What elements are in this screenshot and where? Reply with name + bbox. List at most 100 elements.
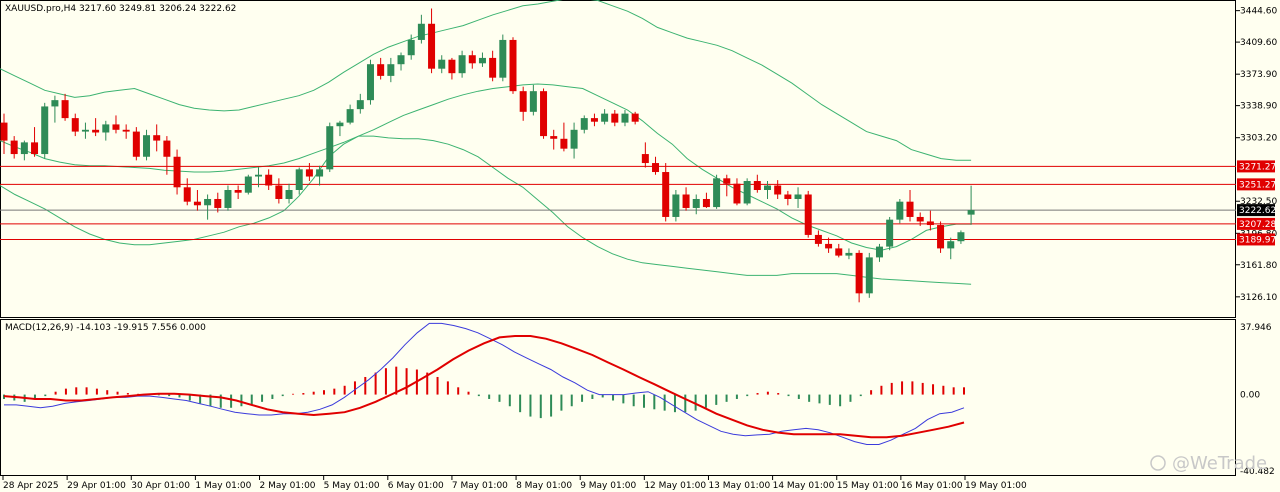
time-tick-label: 19 May 01:00 <box>965 481 1027 491</box>
candle-body <box>814 234 822 244</box>
level-price-tag-label: 3207.28 <box>1239 220 1276 230</box>
time-tick-label: 7 May 01:00 <box>452 481 508 491</box>
symbol-header: XAUUSD.pro,H4 3217.60 3249.81 3206.24 32… <box>5 4 236 14</box>
candle-body <box>295 169 303 190</box>
candle-body <box>540 91 548 137</box>
level-price-tag-label: 3251.27 <box>1239 180 1276 190</box>
candle-body <box>255 174 262 177</box>
chart-background <box>0 0 1280 492</box>
candle-body <box>407 39 415 56</box>
candle-body <box>672 194 680 217</box>
candle-body <box>519 91 527 112</box>
candle-body <box>855 252 863 294</box>
candle-body <box>265 174 273 186</box>
candle-body <box>845 252 853 256</box>
candle-body <box>896 201 904 220</box>
candle-body <box>20 142 28 155</box>
candle-body <box>937 225 945 249</box>
time-tick-label: 12 May 01:00 <box>644 481 706 491</box>
candle-body <box>163 140 171 157</box>
candle-body <box>468 55 476 64</box>
trading-chart[interactable]: XAUUSD.pro,H4 3217.60 3249.81 3206.24 32… <box>0 0 1280 492</box>
candle-body <box>947 241 955 249</box>
candle-body <box>458 55 466 74</box>
price-tick-label: 3338.90 <box>1240 102 1277 112</box>
candle-body <box>478 57 486 64</box>
time-tick-label: 29 Apr 01:00 <box>67 481 126 491</box>
candle-body <box>346 109 354 123</box>
candle-body <box>835 248 843 256</box>
candle-body <box>753 181 761 190</box>
candle-body <box>356 100 364 110</box>
candle-body <box>886 219 894 247</box>
candle-body <box>743 181 751 204</box>
price-tick-label: 3303.20 <box>1240 134 1277 144</box>
price-tick-label: 3409.60 <box>1240 38 1277 48</box>
candle-body <box>448 59 456 74</box>
candle-body <box>682 194 690 208</box>
time-tick-label: 2 May 01:00 <box>260 481 316 491</box>
candle-body <box>652 163 660 173</box>
time-tick-label: 13 May 01:00 <box>708 481 770 491</box>
candle-body <box>601 113 609 122</box>
candle-body <box>580 118 588 130</box>
watermark-text: @WeTrade <box>1172 453 1267 474</box>
candle-body <box>702 198 710 208</box>
time-tick-label: 9 May 01:00 <box>580 481 636 491</box>
current-price-tag-label: 3222.62 <box>1239 206 1276 216</box>
level-price-tag-label: 3189.97 <box>1239 235 1276 245</box>
candle-body <box>285 190 293 199</box>
candle-body <box>428 23 436 69</box>
candle-body <box>326 126 334 170</box>
time-tick-label: 16 May 01:00 <box>901 481 963 491</box>
candle-body <box>692 198 700 208</box>
candle-body <box>143 135 151 157</box>
candle-body <box>784 194 792 199</box>
time-tick-label: 5 May 01:00 <box>324 481 380 491</box>
candle-body <box>305 169 313 177</box>
candle-body <box>377 64 385 76</box>
candle-body <box>102 124 110 133</box>
candle-body <box>611 113 619 123</box>
candle-body <box>631 113 639 122</box>
candle-body <box>529 91 537 112</box>
candle-body <box>234 190 242 193</box>
candle-body <box>906 201 914 217</box>
candle-body <box>641 154 649 164</box>
candle-body <box>387 64 395 76</box>
candle-body <box>224 190 232 208</box>
candle-body <box>733 183 741 204</box>
candle-body <box>31 142 39 155</box>
candle-body <box>10 140 18 155</box>
price-tick-label: 3373.90 <box>1240 70 1277 80</box>
candle-body <box>183 187 191 202</box>
time-tick-label: 1 May 01:00 <box>195 481 251 491</box>
candle-body <box>417 23 425 40</box>
candle-body <box>153 135 161 141</box>
candle-body <box>489 57 497 78</box>
candle-body <box>71 118 79 132</box>
price-tick-label: 3444.60 <box>1240 7 1277 17</box>
candle-body <box>112 124 120 130</box>
time-tick-label: 15 May 01:00 <box>837 481 899 491</box>
candle-body <box>560 138 568 149</box>
candle-body <box>590 118 598 122</box>
price-tick-label: 3126.10 <box>1240 293 1277 303</box>
candle-body <box>122 129 130 132</box>
candle-body <box>713 178 721 208</box>
candle-body <box>774 185 782 195</box>
candle-body <box>132 131 140 157</box>
candle-body <box>621 113 629 123</box>
candle-body <box>41 106 49 155</box>
candle-body <box>173 156 181 188</box>
candle-body <box>499 39 507 78</box>
candle-body <box>804 194 812 235</box>
candle-body <box>275 185 283 199</box>
time-tick-label: 8 May 01:00 <box>516 481 572 491</box>
time-tick-label: 28 Apr 2025 <box>3 481 59 491</box>
candle-body <box>81 129 89 132</box>
candle-body <box>0 122 8 141</box>
time-tick-label: 14 May 01:00 <box>773 481 835 491</box>
candle-body <box>916 216 924 222</box>
candle-body <box>794 194 802 199</box>
